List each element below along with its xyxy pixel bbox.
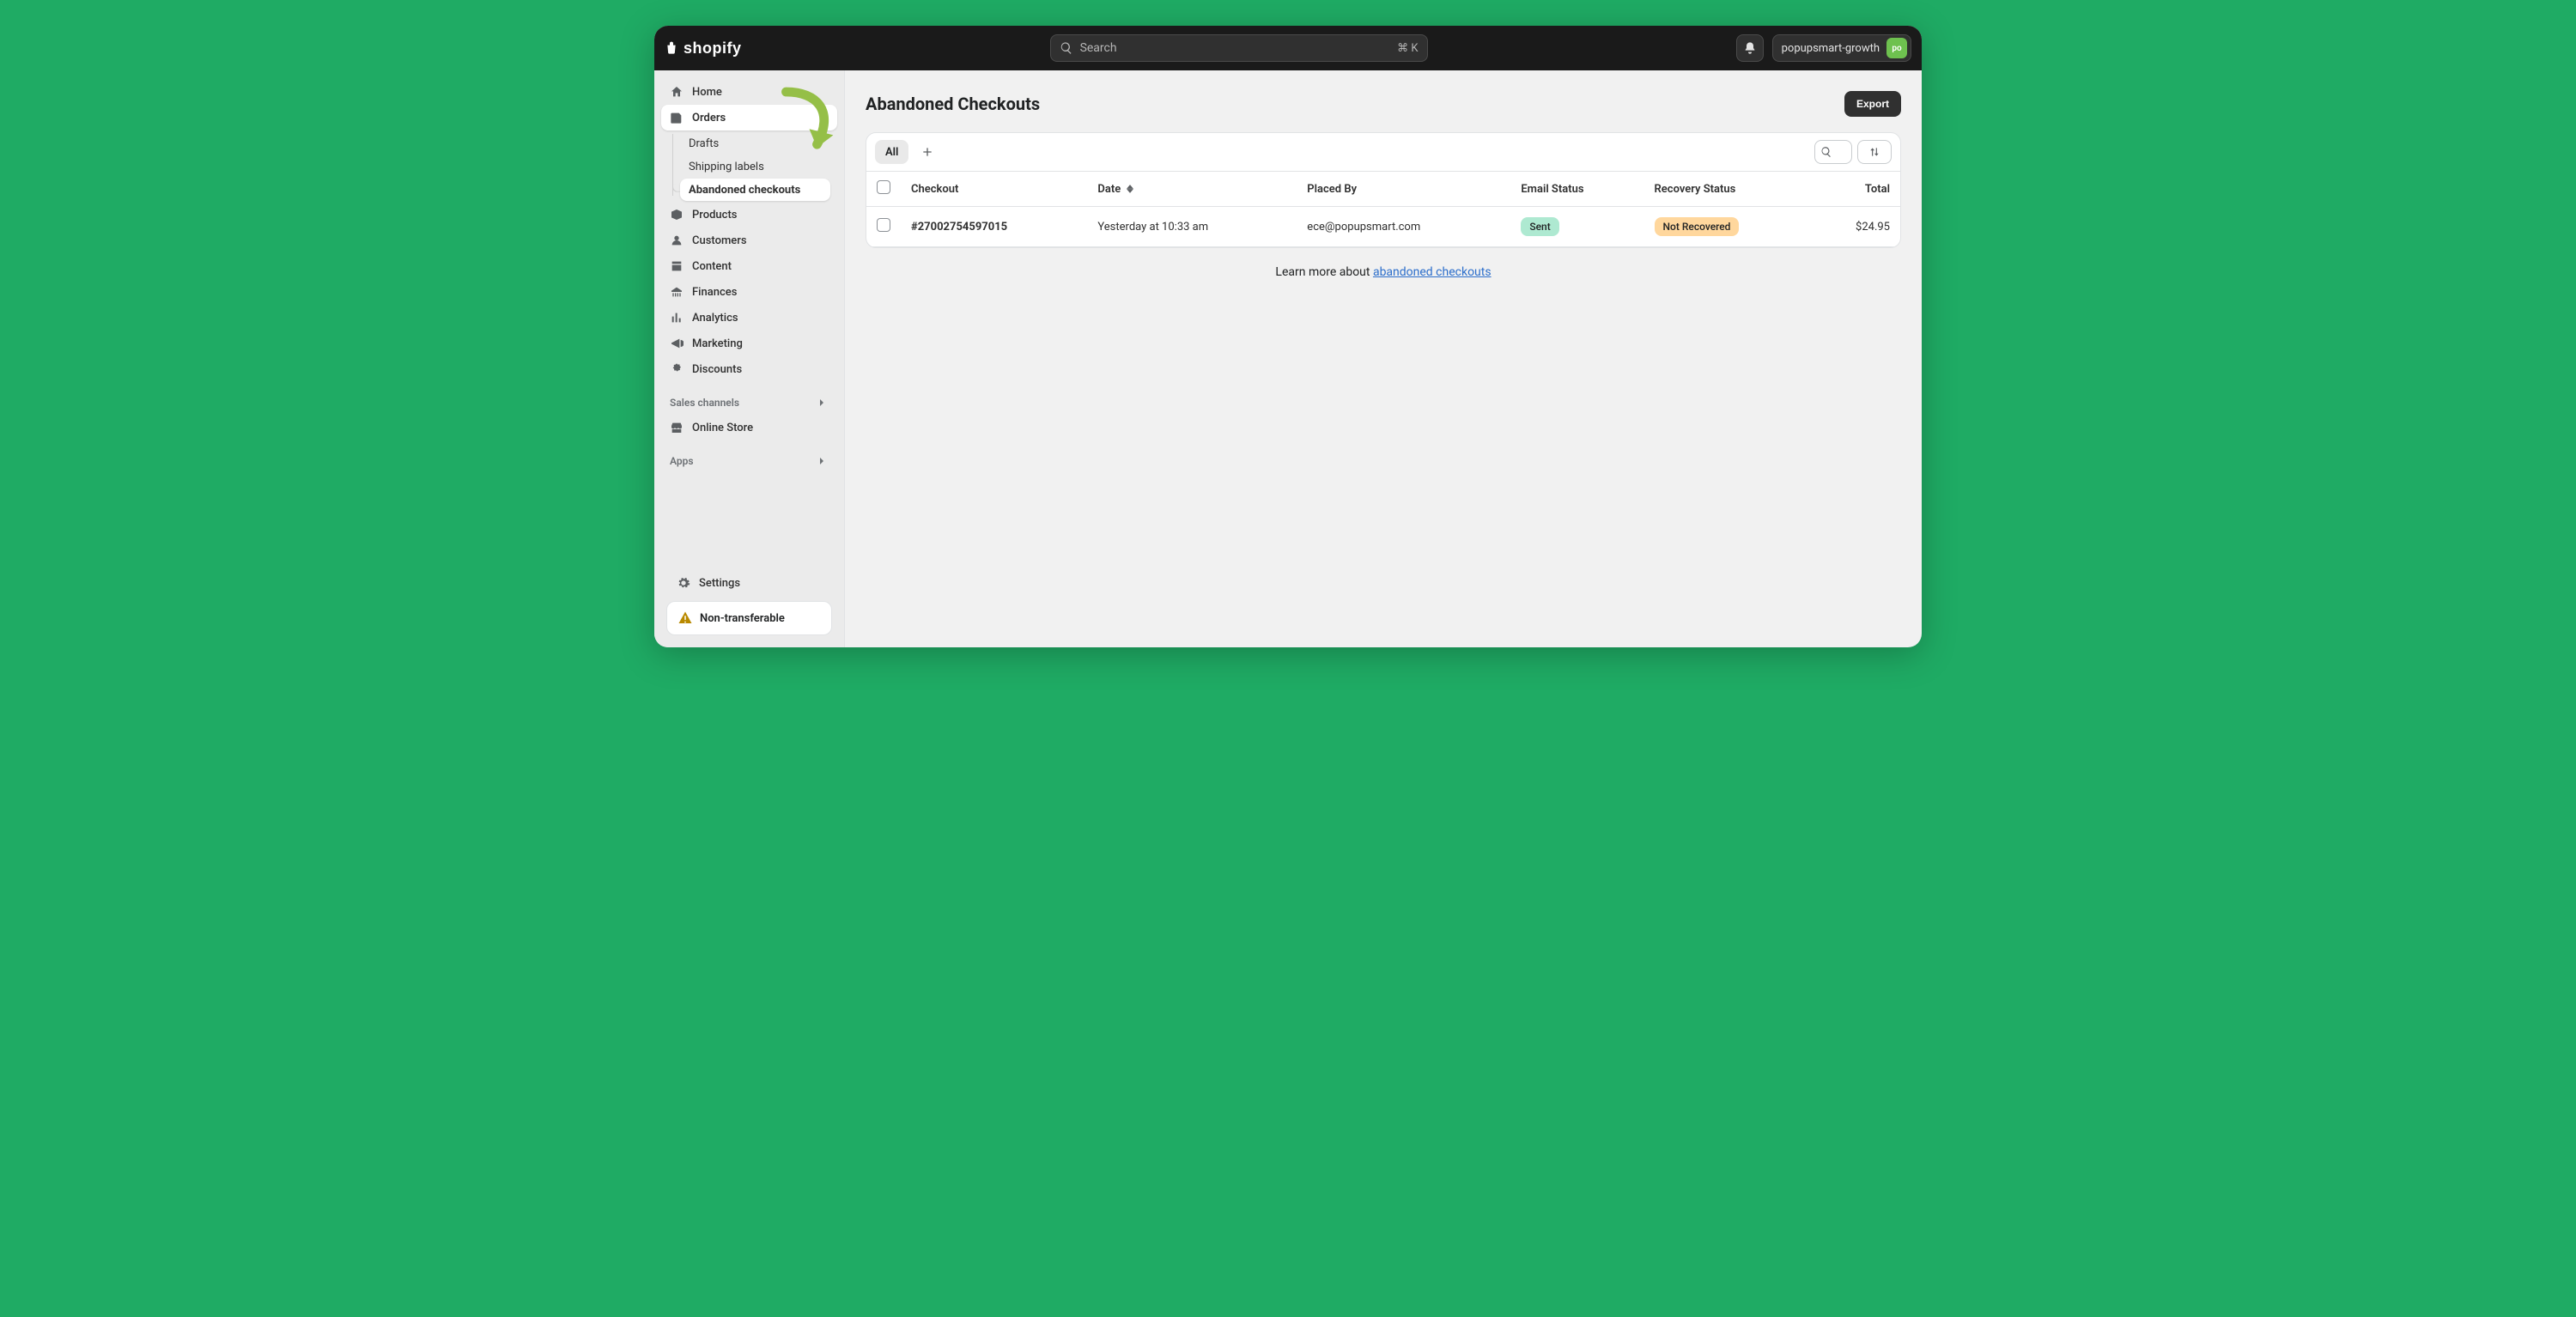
sidebar-subitem-abandoned-checkouts[interactable]: Abandoned checkouts: [680, 179, 830, 201]
cell-date: Yesterday at 10:33 am: [1087, 207, 1297, 247]
sidebar-item-settings[interactable]: Settings: [668, 570, 830, 596]
bell-icon: [1743, 41, 1757, 55]
warning-icon: [677, 610, 693, 626]
sidebar-item-home[interactable]: Home: [661, 79, 837, 105]
discounts-icon: [670, 362, 683, 376]
sidebar-item-marketing[interactable]: Marketing: [661, 331, 837, 356]
recovery-status-badge: Not Recovered: [1655, 217, 1740, 236]
email-status-badge: Sent: [1521, 217, 1558, 236]
orders-icon: [670, 111, 683, 124]
section-title: Apps: [670, 455, 694, 467]
customers-icon: [670, 234, 683, 247]
cell-checkout: #27002754597015: [911, 221, 1007, 234]
table-row[interactable]: #27002754597015 Yesterday at 10:33 am ec…: [866, 207, 1900, 247]
plus-icon: [920, 145, 934, 159]
sidebar-subitem-shipping-labels[interactable]: Shipping labels: [680, 155, 830, 178]
search-placeholder: Search: [1080, 41, 1117, 55]
add-view-button[interactable]: [915, 140, 939, 164]
sidebar-item-label: Content: [692, 260, 732, 273]
store-switcher[interactable]: popupsmart-growth po: [1772, 34, 1911, 62]
finances-icon: [670, 285, 683, 299]
brand-text: shopify: [683, 39, 742, 58]
sidebar-item-orders[interactable]: Orders: [661, 105, 837, 130]
sort-indicator-icon: [1127, 185, 1133, 193]
sidebar-item-label: Analytics: [692, 312, 738, 325]
sidebar-item-label: Finances: [692, 286, 737, 299]
sidebar-item-label: Home: [692, 86, 722, 99]
sidebar-item-label: Customers: [692, 234, 747, 247]
gear-icon: [677, 576, 690, 590]
tab-all[interactable]: All: [875, 140, 908, 164]
main-content: Abandoned Checkouts Export All: [845, 70, 1922, 647]
page-title: Abandoned Checkouts: [866, 94, 1040, 114]
sidebar-item-label: Abandoned checkouts: [689, 184, 800, 197]
learn-more-prefix: Learn more about: [1275, 265, 1373, 279]
analytics-icon: [670, 311, 683, 325]
select-all-checkbox[interactable]: [877, 180, 890, 194]
sidebar-item-label: Marketing: [692, 337, 743, 350]
cell-total: $24.95: [1813, 207, 1900, 247]
sidebar-section-sales-channels[interactable]: Sales channels: [654, 382, 844, 415]
sidebar: Home Orders Drafts Shipping labels Aband…: [654, 70, 845, 647]
search-shortcut: ⌘ K: [1397, 42, 1418, 55]
content-icon: [670, 259, 683, 273]
col-placed-by[interactable]: Placed By: [1297, 172, 1510, 207]
global-search[interactable]: Search ⌘ K: [1050, 34, 1428, 62]
checkouts-table: Checkout Date Placed By Email Status Rec: [866, 172, 1900, 247]
col-total[interactable]: Total: [1813, 172, 1900, 207]
non-transferable-banner: Non-transferable: [666, 601, 832, 635]
home-icon: [670, 85, 683, 99]
section-title: Sales channels: [670, 397, 739, 409]
sidebar-item-online-store[interactable]: Online Store: [661, 415, 837, 440]
marketing-icon: [670, 337, 683, 350]
avatar: po: [1886, 38, 1907, 58]
topbar: shopify Search ⌘ K popupsmart-growth po: [654, 26, 1922, 70]
shopify-bag-icon: [665, 41, 678, 55]
sidebar-item-label: Orders: [692, 112, 726, 124]
sidebar-item-analytics[interactable]: Analytics: [661, 305, 837, 331]
cell-placed-by: ece@popupsmart.com: [1297, 207, 1510, 247]
orders-subnav: Drafts Shipping labels Abandoned checkou…: [661, 132, 837, 201]
products-icon: [670, 208, 683, 222]
export-button[interactable]: Export: [1844, 91, 1901, 117]
chevron-right-icon: [815, 396, 829, 410]
card-toolbar: All: [866, 133, 1900, 172]
sidebar-item-products[interactable]: Products: [661, 202, 837, 228]
col-checkout[interactable]: Checkout: [901, 172, 1087, 207]
checkouts-card: All: [866, 132, 1901, 248]
shopify-logo: shopify: [665, 39, 742, 58]
row-checkbox[interactable]: [877, 218, 890, 232]
learn-more-footer: Learn more about abandoned checkouts: [866, 248, 1901, 279]
col-recovery-status[interactable]: Recovery Status: [1644, 172, 1813, 207]
search-icon: [1060, 41, 1073, 55]
sidebar-item-label: Discounts: [692, 363, 742, 376]
sidebar-item-label: Drafts: [689, 137, 719, 150]
sidebar-item-label: Settings: [699, 577, 740, 590]
sidebar-item-label: Online Store: [692, 422, 753, 434]
store-name: popupsmart-growth: [1782, 42, 1880, 55]
search-filter-button[interactable]: [1814, 140, 1852, 164]
sidebar-item-label: Shipping labels: [689, 161, 764, 173]
sidebar-section-apps[interactable]: Apps: [654, 440, 844, 473]
sidebar-item-finances[interactable]: Finances: [661, 279, 837, 305]
chevron-right-icon: [815, 454, 829, 468]
sidebar-item-customers[interactable]: Customers: [661, 228, 837, 253]
sidebar-item-content[interactable]: Content: [661, 253, 837, 279]
store-icon: [670, 421, 683, 434]
banner-text: Non-transferable: [700, 612, 785, 625]
col-email-status[interactable]: Email Status: [1510, 172, 1643, 207]
notifications-button[interactable]: [1736, 34, 1764, 62]
sidebar-item-label: Products: [692, 209, 737, 222]
col-date[interactable]: Date: [1087, 172, 1297, 207]
sidebar-item-discounts[interactable]: Discounts: [661, 356, 837, 382]
sort-button[interactable]: [1857, 140, 1892, 164]
learn-more-link[interactable]: abandoned checkouts: [1373, 265, 1492, 279]
sidebar-subitem-drafts[interactable]: Drafts: [680, 132, 830, 155]
